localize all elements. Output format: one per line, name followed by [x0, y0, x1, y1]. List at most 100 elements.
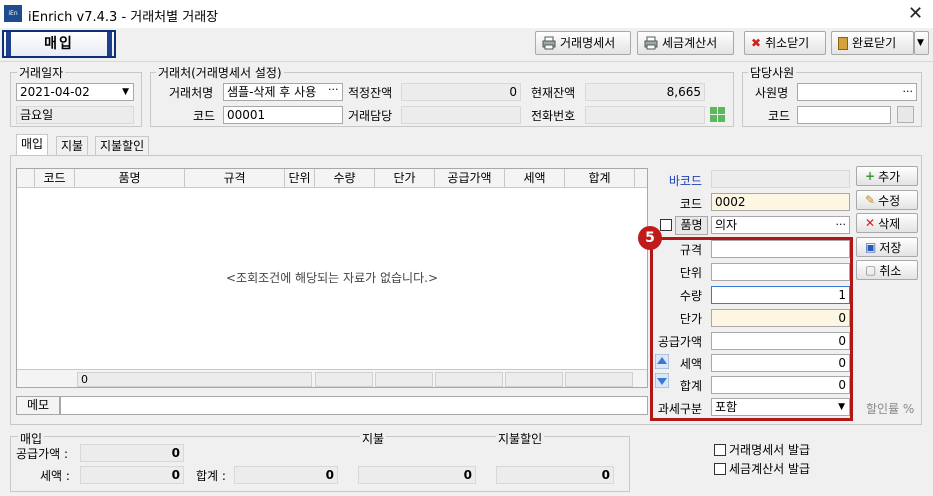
total-summary-value: 0: [234, 466, 338, 484]
grid-footer-cell: [565, 372, 633, 387]
edit-button-label: 수정: [878, 193, 901, 208]
discount-summary-title: 지불할인: [496, 430, 545, 447]
vendor-name-label: 거래처명: [169, 86, 214, 100]
ellipsis-icon[interactable]: ···: [328, 83, 339, 96]
cancel-button-label: 취소: [879, 263, 902, 278]
grid-header-cell[interactable]: 품명: [75, 169, 185, 188]
done-close-button[interactable]: 완료닫기: [831, 31, 914, 55]
issue-invoice-checkbox[interactable]: 세금계산서 발급: [714, 460, 810, 477]
divider: [0, 61, 933, 62]
proper-balance-field: 0: [401, 83, 521, 101]
staff-name-label: 사원명: [755, 86, 789, 100]
statement-button-label: 거래명세서: [560, 36, 616, 50]
ellipsis-icon[interactable]: ···: [836, 217, 847, 233]
grid-header-cell[interactable]: 공급가액: [435, 169, 505, 188]
phone-label: 전화번호: [531, 109, 576, 123]
tab-payment-discount[interactable]: 지불할인: [95, 136, 150, 156]
grid-header-cell[interactable]: 단가: [375, 169, 435, 188]
save-button-label: 저장: [879, 240, 902, 255]
grid-empty-message: <조회조건에 해당되는 자료가 없습니다.>: [225, 271, 438, 285]
door-icon: [838, 36, 848, 50]
printer-icon: [644, 36, 658, 50]
grid-footer-cell: [315, 372, 373, 387]
memo-input[interactable]: [60, 396, 648, 415]
vendor-name-value: 샘플-삭제 후 사용: [227, 85, 317, 99]
staff-group-title: 담당사원: [748, 64, 797, 81]
done-close-dropdown[interactable]: ▼: [914, 31, 929, 55]
window-title: iEnrich v7.4.3 - 거래처별 거래장: [28, 10, 219, 25]
staff-code-label: 코드: [768, 109, 791, 123]
delete-button[interactable]: ✕ 삭제: [856, 213, 918, 233]
item-code-field[interactable]: 0002: [711, 193, 850, 211]
save-icon: ▣: [865, 240, 877, 254]
item-name-button[interactable]: 품명: [675, 216, 708, 235]
save-button[interactable]: ▣ 저장: [856, 237, 918, 257]
grid-footer-count: 0: [77, 372, 312, 387]
db-icon[interactable]: [897, 106, 914, 123]
current-balance-label: 현재잔액: [531, 86, 576, 100]
date-picker[interactable]: 2021-04-02 ▼: [16, 83, 134, 101]
cancel-close-button[interactable]: ✖ 취소닫기: [744, 31, 826, 55]
delete-button-label: 삭제: [878, 216, 901, 231]
ellipsis-icon[interactable]: ···: [903, 84, 914, 100]
pencil-icon: ✎: [865, 193, 876, 207]
weekday-field: 금요일: [16, 106, 134, 124]
chevron-down-icon: ▼: [917, 38, 924, 48]
edit-button[interactable]: ✎ 수정: [856, 190, 918, 210]
chevron-down-icon: ▼: [122, 87, 129, 97]
item-grid[interactable]: 코드 품명 규격 단위 수량 단가 공급가액 세액 합계 <조회조건에 해당되는…: [16, 168, 648, 388]
grid-footer-cell: [505, 372, 563, 387]
discount-rate-label: 할인률 %: [866, 402, 915, 416]
vendor-contact-label: 거래담당: [348, 109, 393, 123]
item-name-checkbox[interactable]: [660, 219, 672, 231]
item-name-value: 의자: [715, 218, 738, 232]
statement-button[interactable]: 거래명세서: [535, 31, 631, 55]
grid-header-cell[interactable]: 세액: [505, 169, 565, 188]
step-badge: 5: [638, 226, 662, 250]
vendor-name-field[interactable]: 샘플-삭제 후 사용: [223, 83, 343, 101]
grid-header-cell[interactable]: 수량: [315, 169, 375, 188]
grid-header-cell[interactable]: 코드: [35, 169, 75, 188]
add-button[interactable]: + 추가: [856, 166, 918, 186]
checkbox-icon: [714, 443, 726, 456]
payment-summary-title: 지불: [360, 430, 387, 447]
total-summary-label: 합계 :: [196, 469, 226, 483]
grid-header-cell[interactable]: 단위: [285, 169, 315, 188]
vendor-code-field[interactable]: 00001: [223, 106, 343, 124]
grid-footer-cell: [375, 372, 433, 387]
app-logo-icon: iEn: [4, 5, 22, 22]
grid-header-cell[interactable]: 규격: [185, 169, 285, 188]
tab-payment[interactable]: 지불: [56, 136, 89, 156]
close-icon[interactable]: ✕: [908, 3, 923, 24]
mode-badge: 매입: [2, 30, 116, 58]
memo-label: 메모: [16, 396, 60, 415]
grid-header-cell: [17, 169, 35, 188]
grid-add-icon[interactable]: [709, 106, 726, 123]
code-label: 코드: [679, 197, 702, 211]
vendor-code-label: 코드: [193, 109, 216, 123]
invoice-button[interactable]: 세금계산서: [637, 31, 734, 55]
vendor-contact-field: [401, 106, 521, 124]
barcode-label: 바코드: [668, 174, 702, 188]
discount-summary-value: 0: [496, 466, 614, 484]
mode-label: 매입: [44, 36, 74, 52]
current-balance-field: 8,665: [585, 83, 705, 101]
grid-header-cell[interactable]: 합계: [565, 169, 635, 188]
date-value: 2021-04-02: [20, 85, 90, 99]
tab-purchase[interactable]: 매입: [16, 134, 49, 156]
issue-invoice-label: 세금계산서 발급: [729, 462, 811, 476]
cancel-icon: ▢: [865, 263, 877, 277]
date-group-title: 거래일자: [17, 64, 66, 81]
issue-statement-checkbox[interactable]: 거래명세서 발급: [714, 441, 810, 458]
done-close-label: 완료닫기: [852, 36, 897, 50]
supply-summary-label: 공급가액 :: [16, 447, 69, 461]
invoice-button-label: 세금계산서: [662, 36, 718, 50]
item-name-field[interactable]: 의자 ···: [711, 216, 850, 234]
staff-name-field[interactable]: ···: [797, 83, 917, 101]
checkbox-icon: [714, 462, 726, 475]
payment-summary-value: 0: [358, 466, 476, 484]
cancel-button[interactable]: ▢ 취소: [856, 260, 918, 280]
staff-code-field[interactable]: [797, 106, 891, 124]
cancel-close-label: 취소닫기: [765, 36, 810, 50]
issue-statement-label: 거래명세서 발급: [729, 443, 811, 457]
